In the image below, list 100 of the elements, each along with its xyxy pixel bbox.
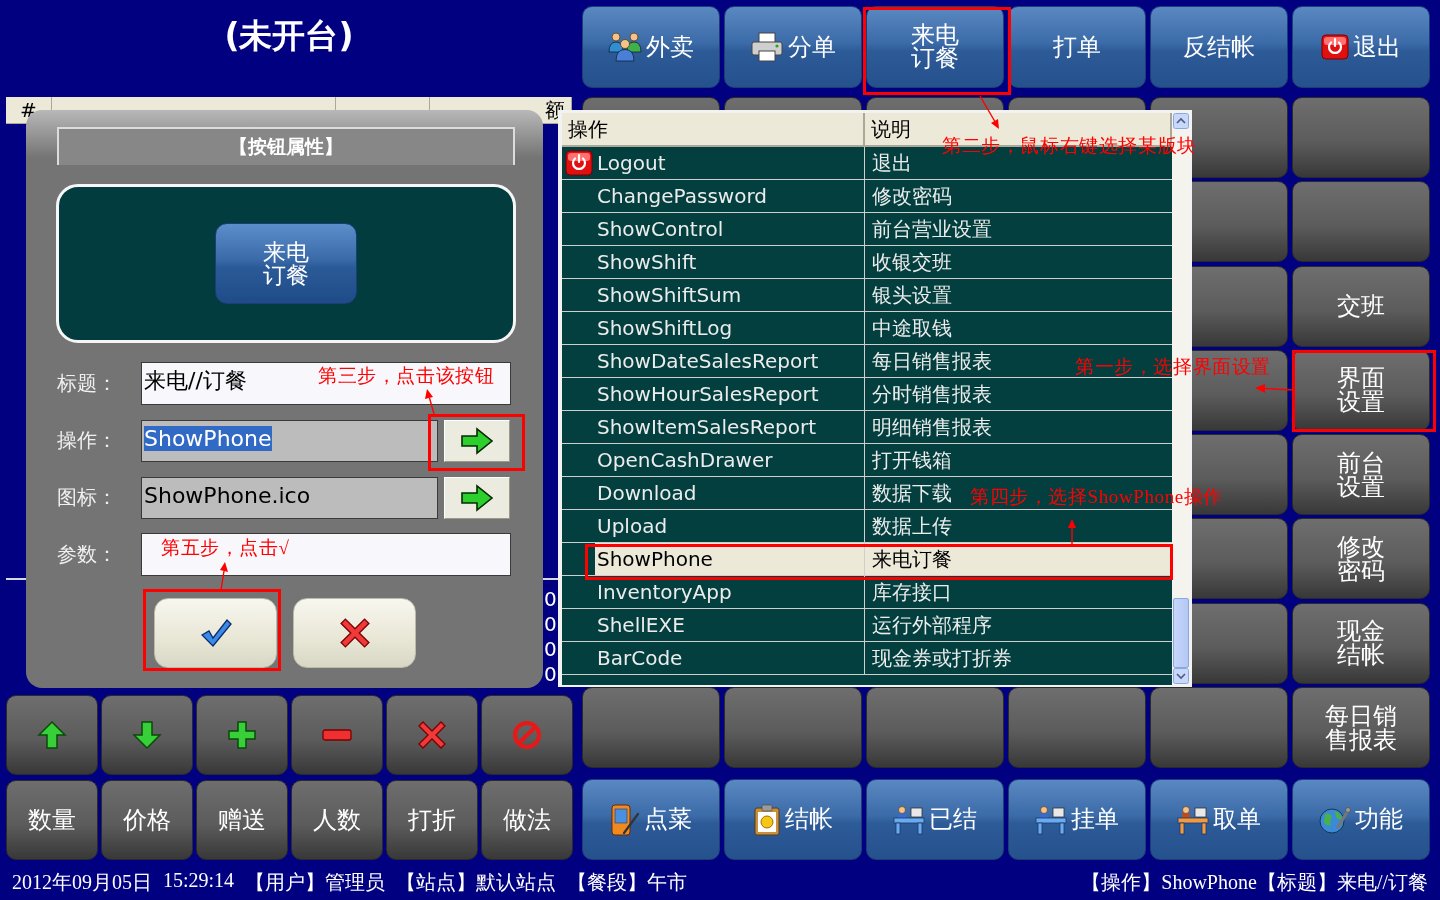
toolbar-button[interactable]: 外卖 xyxy=(582,6,720,88)
menu-button[interactable]: 每日销售报表 xyxy=(1292,687,1430,769)
action-description[interactable]: 现金券或打折券 xyxy=(872,646,1012,670)
action-description[interactable]: 银头设置 xyxy=(872,283,952,307)
annotation-arrow xyxy=(979,95,999,129)
cancel-button[interactable] xyxy=(293,598,416,668)
confirm-button[interactable] xyxy=(154,598,277,668)
clipboard-icon xyxy=(753,803,781,836)
action-description[interactable]: 运行外部程序 xyxy=(872,613,992,637)
action-name[interactable]: Logout xyxy=(597,151,666,175)
action-description[interactable]: 退出 xyxy=(872,151,912,175)
action-description[interactable]: 库存接口 xyxy=(872,580,952,604)
field-label: 参数： xyxy=(57,541,117,568)
action-name[interactable]: Download xyxy=(597,481,697,505)
action-name[interactable]: InventoryApp xyxy=(597,580,732,604)
down-arrow-button[interactable] xyxy=(101,695,193,775)
field-label: 标题： xyxy=(57,370,117,397)
annotation-arrow xyxy=(1255,384,1293,393)
status-text: 15:29:14 xyxy=(163,869,235,893)
minus-icon xyxy=(322,729,352,741)
prohibited-button[interactable] xyxy=(481,695,573,775)
action-name[interactable]: Upload xyxy=(597,514,668,538)
total-value: 0 xyxy=(544,586,557,611)
desk-icon xyxy=(1035,804,1067,835)
action-name[interactable]: OpenCashDrawer xyxy=(597,448,773,472)
action-name[interactable]: ShowShiftLog xyxy=(597,316,733,340)
input-field[interactable] xyxy=(141,533,511,576)
action-description[interactable]: 数据上传 xyxy=(872,514,952,538)
annotation-arrow xyxy=(425,389,435,415)
action-name[interactable]: ShellEXE xyxy=(597,613,685,637)
menu-button[interactable]: 交班 xyxy=(1292,265,1430,347)
function-button[interactable]: 数量 xyxy=(6,780,98,860)
cross-icon xyxy=(338,617,371,649)
action-name[interactable]: ChangePassword xyxy=(597,184,767,208)
toolbar-button[interactable]: 分单 xyxy=(724,6,862,88)
scroll-down-icon[interactable] xyxy=(1173,668,1189,684)
action-description[interactable]: 分时销售报表 xyxy=(872,382,992,406)
action-description[interactable]: 修改密码 xyxy=(872,184,952,208)
table-status-title: (未开台) xyxy=(224,15,354,57)
browse-button[interactable] xyxy=(444,419,510,462)
function-button[interactable]: 做法 xyxy=(481,780,573,860)
input-field[interactable]: ShowPhone xyxy=(141,419,438,462)
action-description[interactable]: 中途取钱 xyxy=(872,316,952,340)
function-button[interactable]: 价格 xyxy=(101,780,193,860)
toolbar-button[interactable]: 打单 xyxy=(1008,6,1146,88)
total-value: 0 xyxy=(544,661,557,686)
toolbar-button[interactable]: 结帐 xyxy=(724,779,862,861)
toolbar-button[interactable]: 功能 xyxy=(1292,779,1430,861)
people-icon xyxy=(608,32,642,62)
scroll-up-icon[interactable] xyxy=(1173,113,1189,129)
desk-icon xyxy=(893,804,925,835)
action-name[interactable]: ShowControl xyxy=(597,217,724,241)
action-description[interactable]: 打开钱箱 xyxy=(872,448,952,472)
total-value: 0 xyxy=(544,611,557,636)
right-arrow-icon xyxy=(460,483,494,512)
action-name[interactable]: ShowDateSalesReport xyxy=(597,349,819,373)
menu-button[interactable]: 现金结帐 xyxy=(1292,602,1430,684)
function-button[interactable]: 赠送 xyxy=(196,780,288,860)
cross-icon xyxy=(417,720,447,750)
status-text: 【标题】来电//订餐 xyxy=(1256,870,1428,895)
action-description[interactable]: 前台营业设置 xyxy=(872,217,992,241)
toolbar-button[interactable]: 挂单 xyxy=(1008,779,1146,861)
action-name[interactable]: ShowHourSalesReport xyxy=(597,382,819,406)
action-description[interactable]: 数据下载 xyxy=(872,481,952,505)
menu-button[interactable]: 前台设置 xyxy=(1292,434,1430,516)
toolbar-button[interactable]: 点菜 xyxy=(582,779,720,861)
action-name[interactable]: BarCode xyxy=(597,646,683,670)
toolbar-button[interactable]: 来电订餐 xyxy=(866,6,1004,88)
action-description[interactable]: 收银交班 xyxy=(872,250,952,274)
row-highlight[interactable]: ShowPhone 来电订餐 xyxy=(595,543,1172,576)
right-arrow-icon xyxy=(460,426,494,455)
action-description[interactable]: 明细销售报表 xyxy=(872,415,992,439)
up-arrow-button[interactable] xyxy=(6,695,98,775)
action-name[interactable]: ShowShift xyxy=(597,250,697,274)
toolbar-button[interactable]: 已结 xyxy=(866,779,1004,861)
power-icon xyxy=(1321,34,1349,60)
input-field[interactable]: ShowPhone.ico xyxy=(141,476,438,519)
plus-button[interactable] xyxy=(196,695,288,775)
function-button[interactable]: 打折 xyxy=(386,780,478,860)
minus-button[interactable] xyxy=(291,695,383,775)
field-label: 图标： xyxy=(57,484,117,511)
scrollbar-thumb[interactable] xyxy=(1173,598,1189,668)
preview-button[interactable]: 来电订餐 xyxy=(215,223,357,304)
action-name[interactable]: ShowShiftSum xyxy=(597,283,742,307)
action-name[interactable]: ShowPhone xyxy=(597,547,713,571)
function-button[interactable]: 人数 xyxy=(291,780,383,860)
toolbar-button[interactable]: 反结帐 xyxy=(1150,6,1288,88)
browse-button[interactable] xyxy=(444,476,510,519)
column-header: # xyxy=(20,98,37,122)
action-name[interactable]: ShowItemSalesReport xyxy=(597,415,817,439)
total-value: 0 xyxy=(544,636,557,661)
action-description[interactable]: 每日销售报表 xyxy=(872,349,992,373)
toolbar-button[interactable]: 退出 xyxy=(1292,6,1430,88)
cross-button[interactable] xyxy=(386,695,478,775)
handheld-device-icon xyxy=(610,803,640,836)
toolbar-button[interactable]: 取单 xyxy=(1150,779,1288,861)
globe-icon xyxy=(1319,804,1351,835)
menu-button[interactable]: 修改密码 xyxy=(1292,518,1430,600)
dialog-title: 【按钮属性】 xyxy=(57,127,515,165)
action-description[interactable]: 来电订餐 xyxy=(872,547,952,571)
